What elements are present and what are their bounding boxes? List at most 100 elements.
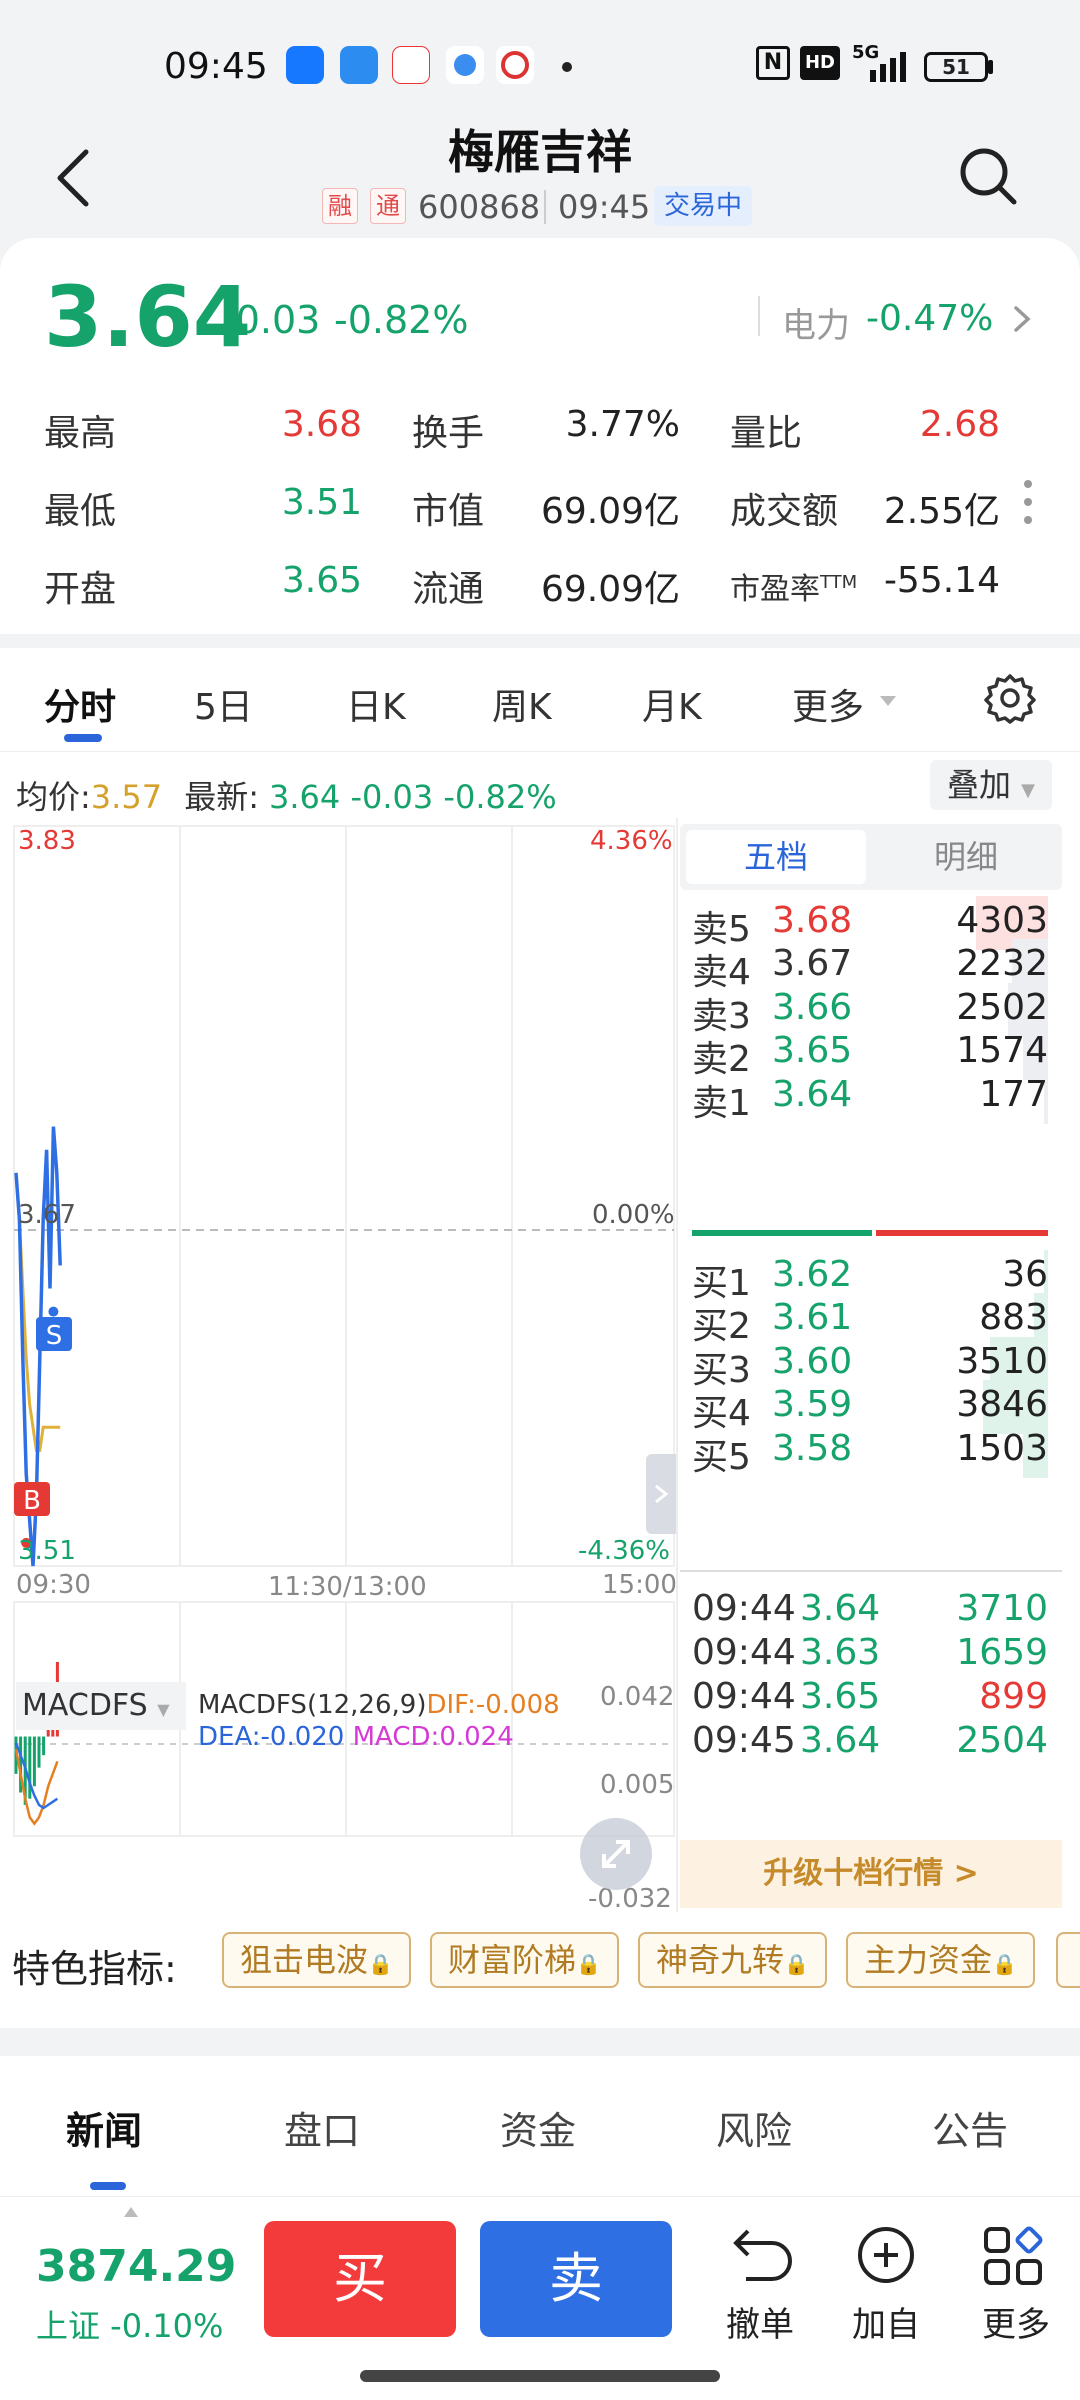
level-volume: 1503 xyxy=(956,1427,1048,1469)
macd-axis-top: 0.042 xyxy=(600,1682,675,1712)
bid-ask-ratio-bar-sell xyxy=(692,1230,872,1236)
add-watchlist-button[interactable]: 加自选 xyxy=(836,2221,936,2394)
level-label: 卖1 xyxy=(692,1082,751,1124)
feature-overflow[interactable] xyxy=(1056,1932,1080,1988)
svg-text:B: B xyxy=(23,1486,41,1516)
stat-label: 换手 xyxy=(412,413,485,454)
chevron-right-icon xyxy=(655,1484,669,1504)
level-price: 3.66 xyxy=(772,986,853,1028)
avg-price-value: 3.57 xyxy=(90,778,163,816)
pct-axis-mid: 0.00% xyxy=(592,1200,675,1230)
tab-5day[interactable]: 5日 xyxy=(194,678,253,730)
side-panel-toggle[interactable] xyxy=(646,1454,676,1534)
tick-volume: 1659 xyxy=(956,1632,1048,1673)
status-bar: 09:45 N HD 5G 51 xyxy=(0,0,1080,120)
latest-label: 最新: xyxy=(184,778,260,816)
more-vertical-icon[interactable] xyxy=(1024,480,1032,488)
time-axis-mid: 11:30/13:00 xyxy=(268,1572,427,1602)
stock-header: 梅雁吉祥 融 通 600868 09:45 交易中 xyxy=(0,110,1080,240)
tab-daily-k[interactable]: 日K xyxy=(346,678,406,730)
buy-button[interactable]: 买 xyxy=(264,2221,456,2337)
price-change: -0.03 xyxy=(222,298,321,342)
price-axis-top: 3.83 xyxy=(18,826,76,856)
more-button[interactable]: 更多 xyxy=(966,2221,1066,2345)
upgrade-ten-level-button[interactable]: 升级十档行情 > xyxy=(680,1840,1062,1908)
chart-period-tabs: 分时 5日 日K 周K 月K 更多 xyxy=(0,648,1080,752)
level-price: 3.65 xyxy=(772,1030,853,1072)
level-volume: 2502 xyxy=(956,986,1048,1028)
lock-icon: 🔒 xyxy=(784,1952,809,1976)
index-value[interactable]: 3874.29 xyxy=(36,2241,236,2292)
tick-time: 09:44 xyxy=(692,1676,796,1717)
feature-magic-nine[interactable]: 神奇九转🔒 xyxy=(638,1932,827,1988)
stat-value: 69.09亿 xyxy=(540,491,680,532)
stat-label: 成交额 xyxy=(730,491,839,532)
time-axis-start: 09:30 xyxy=(16,1570,91,1600)
pct-axis-top: 4.36% xyxy=(590,826,673,856)
divider xyxy=(758,296,760,336)
tab-announcement[interactable]: 公告 xyxy=(932,2100,1008,2155)
indicator-selector[interactable]: MACDFS ▼ xyxy=(16,1682,186,1730)
expand-up-icon[interactable] xyxy=(124,2207,138,2217)
tick-time: 09:45 xyxy=(692,1720,796,1761)
macd-axis-mid: 0.005 xyxy=(600,1770,675,1800)
tab-handicap[interactable]: 盘口 xyxy=(284,2100,360,2155)
expand-chart-button[interactable] xyxy=(580,1818,652,1890)
app-notification-icon xyxy=(286,46,324,84)
bid-ask-ratio-bar-buy xyxy=(876,1230,1048,1236)
sector-name[interactable]: 电力 xyxy=(782,298,850,347)
search-icon[interactable] xyxy=(956,144,1020,208)
level-volume: 4303 xyxy=(956,900,1048,941)
lock-icon: 🔒 xyxy=(576,1952,601,1976)
home-indicator[interactable] xyxy=(360,2370,720,2382)
cancel-order-button[interactable]: 撤单 xyxy=(710,2221,810,2345)
lock-icon: 🔒 xyxy=(992,1952,1017,1976)
bottom-action-bar: 3874.29 上证 -0.10% 买 卖 撤单 加自选 更多 xyxy=(0,2196,1080,2394)
feature-wealth-ladder[interactable]: 财富阶梯🔒 xyxy=(430,1932,619,1988)
stock-name: 梅雁吉祥 xyxy=(448,125,632,179)
tab-timeshare[interactable]: 分时 xyxy=(44,678,116,730)
tick-price: 3.64 xyxy=(800,1720,881,1761)
tab-weekly-k[interactable]: 周K xyxy=(492,678,552,730)
quote-time: 09:45 xyxy=(558,188,651,226)
sell-button[interactable]: 卖 xyxy=(480,2221,672,2337)
latest-value: 3.64 -0.03 -0.82% xyxy=(269,778,557,816)
mail-notification-icon xyxy=(340,46,378,84)
stat-label: 最低 xyxy=(44,491,117,532)
tab-details[interactable]: 明细 xyxy=(876,830,1056,884)
tick-row: 09:45 3.64 2504 xyxy=(692,1716,1048,1772)
divider xyxy=(680,1570,1062,1572)
feature-sniper-wave[interactable]: 狙击电波🔒 xyxy=(222,1932,411,1988)
tab-five-levels[interactable]: 五档 xyxy=(686,830,866,884)
chevron-right-icon[interactable] xyxy=(1012,304,1032,334)
tick-volume: 899 xyxy=(979,1676,1048,1717)
svg-text:S: S xyxy=(46,1321,63,1351)
tab-risk[interactable]: 风险 xyxy=(716,2100,792,2155)
current-price: 3.64 xyxy=(44,268,252,366)
tab-monthly-k[interactable]: 月K xyxy=(642,678,702,730)
feature-main-capital[interactable]: 主力资金🔒 xyxy=(846,1932,1035,1988)
sector-change[interactable]: -0.47% xyxy=(866,298,993,339)
tab-news[interactable]: 新闻 xyxy=(66,2100,142,2155)
bid-row[interactable]: 买5 3.58 1503 xyxy=(692,1422,1048,1480)
dropdown-icon[interactable] xyxy=(880,696,896,708)
level-price: 3.62 xyxy=(772,1254,853,1295)
bank-icon xyxy=(496,46,534,84)
level-price: 3.64 xyxy=(772,1073,853,1115)
stat-label: 量比 xyxy=(730,413,803,454)
gear-icon[interactable] xyxy=(984,672,1036,724)
level-volume: 2232 xyxy=(956,943,1048,985)
index-name[interactable]: 上证 -0.10% xyxy=(36,2301,223,2347)
tab-more[interactable]: 更多 xyxy=(792,678,864,730)
tab-funds[interactable]: 资金 xyxy=(500,2100,576,2155)
level-volume: 883 xyxy=(979,1297,1048,1339)
hd-icon: HD xyxy=(800,46,840,80)
tick-price: 3.64 xyxy=(800,1588,881,1629)
stat-value: 2.55亿 xyxy=(883,491,1000,532)
buy-marker: B xyxy=(14,1482,50,1516)
connect-tag: 通 xyxy=(370,188,406,224)
overlay-button[interactable]: 叠加 ▼ xyxy=(930,760,1052,810)
level-volume: 3846 xyxy=(956,1384,1048,1426)
level-volume: 1574 xyxy=(956,1030,1048,1072)
ask-row[interactable]: 卖1 3.64 177 xyxy=(692,1068,1048,1126)
